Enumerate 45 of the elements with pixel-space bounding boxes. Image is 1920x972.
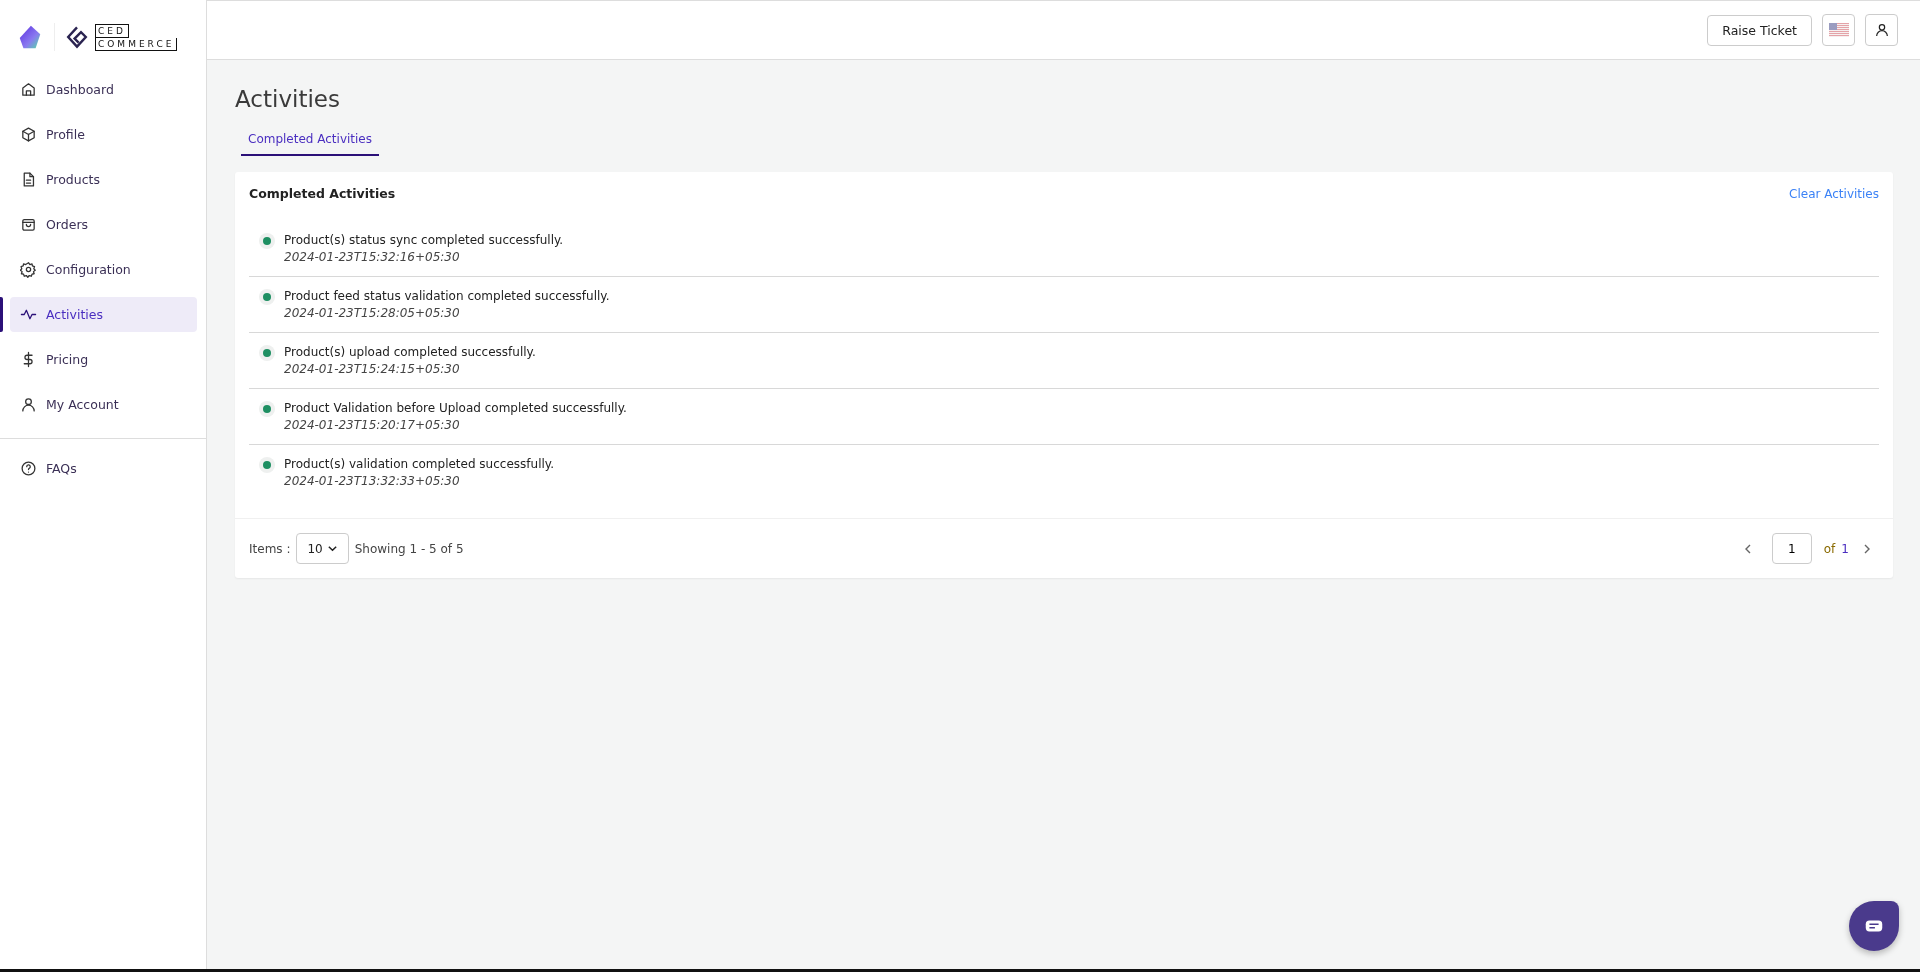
sidebar-item[interactable]: Activities xyxy=(10,297,197,332)
activity-time: 2024-01-23T15:32:16+05:30 xyxy=(284,250,461,264)
bag-icon xyxy=(20,216,37,233)
sidebar-item[interactable]: My Account xyxy=(10,387,197,422)
showing-text: Showing 1 - 5 of 5 xyxy=(354,541,464,556)
activity-time: 2024-01-23T15:28:05+05:30 xyxy=(284,306,461,320)
sidebar-item[interactable]: FAQs xyxy=(10,451,197,486)
home-icon xyxy=(20,81,37,98)
activity-time: 2024-01-23T15:20:17+05:30 xyxy=(284,418,461,432)
page-title: Activities xyxy=(235,86,341,112)
chevron-down-icon xyxy=(326,543,338,554)
activity-message: Product feed status validation completed successfully. xyxy=(284,289,610,303)
logo-text: CED xyxy=(95,23,129,38)
user-button[interactable] xyxy=(1865,14,1898,46)
items-per-page-select[interactable]: 10 xyxy=(296,533,349,564)
total-pages: 1 xyxy=(1841,541,1849,556)
logo-text: COMMERCE xyxy=(95,37,178,51)
sidebar-item[interactable]: Dashboard xyxy=(10,72,197,107)
chat-button[interactable] xyxy=(1849,901,1899,951)
cube-icon xyxy=(20,126,37,143)
page-input[interactable]: 1 xyxy=(1771,533,1812,564)
user-icon xyxy=(1873,22,1890,38)
raise-ticket-button[interactable]: Raise Ticket xyxy=(1707,14,1812,46)
activity-message: Product(s) validation completed successfully. xyxy=(284,457,554,471)
language-button[interactable] xyxy=(1822,14,1855,46)
tab[interactable]: Completed Activities xyxy=(241,126,379,156)
settings-icon xyxy=(20,261,37,278)
activity-message: Product Validation before Upload completed successfully. xyxy=(284,401,627,415)
activity-time: 2024-01-23T15:24:15+05:30 xyxy=(284,362,461,376)
clear-activities-link[interactable]: Clear Activities xyxy=(1789,186,1879,201)
sidebar-item[interactable]: Profile xyxy=(10,117,197,152)
user-icon xyxy=(20,396,37,413)
sidebar-item[interactable]: Products xyxy=(10,162,197,197)
items-label: Items : xyxy=(249,541,291,556)
sidebar-item[interactable]: Configuration xyxy=(10,252,197,287)
sidebar-item[interactable]: Orders xyxy=(10,207,197,242)
of-label: of xyxy=(1823,541,1836,556)
card-title: Completed Activities xyxy=(249,186,396,201)
flag-icon xyxy=(1828,23,1849,37)
activity-time: 2024-01-23T13:32:33+05:30 xyxy=(284,474,461,488)
logo-mark-icon xyxy=(65,24,89,50)
help-icon xyxy=(20,460,37,477)
activity-message: Product(s) status sync completed successfully. xyxy=(284,233,564,247)
sidebar-item[interactable]: Pricing xyxy=(10,342,197,377)
activity-message: Product(s) upload completed successfully. xyxy=(284,345,536,359)
